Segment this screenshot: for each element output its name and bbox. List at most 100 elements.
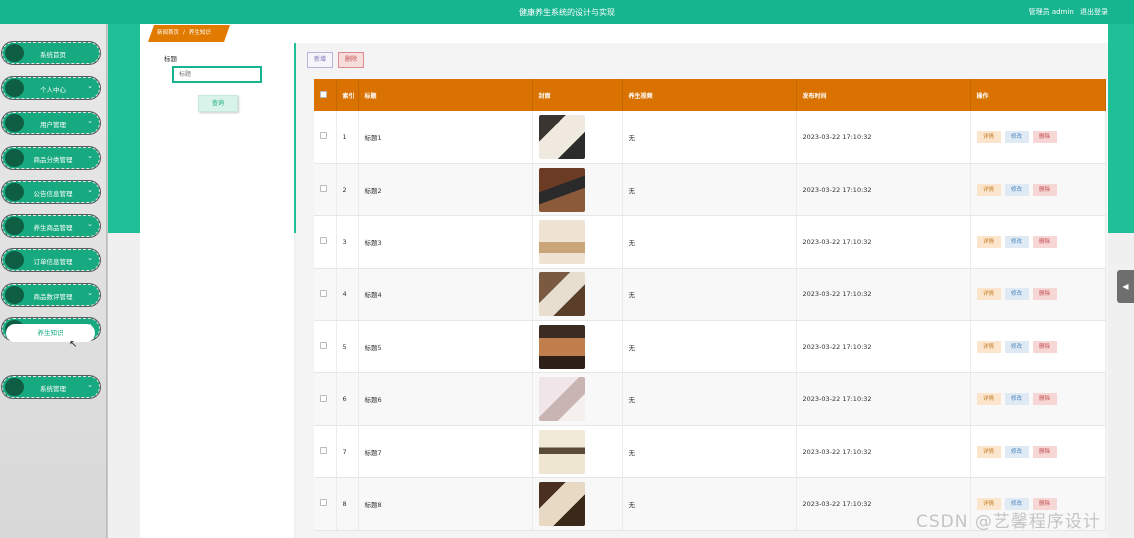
column-header: 养生视频: [622, 79, 797, 111]
row-select-cell[interactable]: [314, 268, 337, 322]
breadcrumb-bar: [140, 24, 1108, 43]
row-checkbox[interactable]: [320, 499, 327, 507]
row-select-cell[interactable]: [314, 425, 337, 479]
time-cell: 2023-03-22 17:10:32: [796, 425, 971, 479]
breadcrumb: 新闻首页 / 养生知识: [148, 25, 230, 42]
batch-delete-button[interactable]: 删除: [338, 52, 364, 68]
menu-dot-icon: [5, 114, 24, 132]
delete-button[interactable]: 删除: [1032, 130, 1057, 143]
sidebar-item[interactable]: 用户管理 ⌄: [2, 112, 100, 134]
sidebar-item[interactable]: 系统首页: [2, 42, 100, 64]
row-select-cell[interactable]: [314, 163, 337, 217]
menu-dot-icon: [5, 217, 24, 235]
menu-dot-icon: [5, 79, 24, 97]
row-select-cell[interactable]: [314, 320, 337, 374]
table-row: 3 标题3 无 2023-03-22 17:10:32 详情 修改 删除: [314, 215, 1106, 269]
actions-cell: 详情 修改 删除: [970, 372, 1106, 426]
sidebar-item[interactable]: 订单信息管理 ⌄: [2, 249, 100, 271]
menu-dot-icon: [5, 286, 24, 304]
sidebar: [0, 24, 108, 538]
delete-button[interactable]: 删除: [1032, 393, 1057, 406]
detail-button[interactable]: 详情: [976, 183, 1001, 196]
chevron-down-icon: ⌄: [87, 254, 93, 262]
detail-button[interactable]: 详情: [976, 340, 1001, 353]
detail-button[interactable]: 详情: [976, 288, 1001, 301]
edit-button[interactable]: 修改: [1004, 183, 1029, 196]
table-row: 6 标题6 无 2023-03-22 17:10:32 详情 修改 删除: [314, 372, 1106, 426]
cover-cell: [532, 111, 623, 164]
row-checkbox[interactable]: [320, 237, 327, 245]
time-cell: 2023-03-22 17:10:32: [796, 163, 971, 217]
delete-button[interactable]: 删除: [1032, 183, 1057, 196]
edit-button[interactable]: 修改: [1004, 340, 1029, 353]
sidebar-item-label: 个人中心: [40, 86, 66, 94]
delete-button[interactable]: 删除: [1032, 288, 1057, 301]
sidebar-item[interactable]: 公告信息管理 ⌄: [2, 181, 100, 203]
collapse-tab-icon[interactable]: ◀: [1117, 270, 1134, 303]
column-header: 操作: [970, 79, 1106, 111]
time-cell: 2023-03-22 17:10:32: [796, 372, 971, 426]
edit-button[interactable]: 修改: [1004, 288, 1029, 301]
query-button[interactable]: 查询: [198, 95, 238, 112]
detail-button[interactable]: 详情: [976, 445, 1001, 458]
search-panel: 标题 查询: [140, 43, 294, 538]
actions-cell: 详情 修改 删除: [970, 425, 1106, 479]
sidebar-subitem-health-knowledge[interactable]: 养生知识: [6, 324, 95, 342]
edit-button[interactable]: 修改: [1004, 130, 1029, 143]
sidebar-item[interactable]: 个人中心 ⌄: [2, 77, 100, 99]
sidebar-item[interactable]: 商品分类管理 ⌄: [2, 147, 100, 169]
sidebar-item[interactable]: 系统管理 ⌄: [2, 376, 100, 398]
row-select-cell[interactable]: [314, 372, 337, 426]
sidebar-item[interactable]: 养生商品管理 ⌄: [2, 215, 100, 237]
actions-cell: 详情 修改 删除: [970, 111, 1106, 164]
video-cell: 无: [622, 372, 797, 426]
row-checkbox[interactable]: [320, 289, 327, 297]
select-all-header[interactable]: [314, 79, 337, 111]
title-cell: 标题5: [358, 320, 533, 374]
sidebar-item[interactable]: 商品数评管理 ⌄: [2, 284, 100, 306]
detail-button[interactable]: 详情: [976, 130, 1001, 143]
sidebar-item-label: 系统管理: [40, 385, 66, 393]
title-search-input[interactable]: [172, 66, 262, 83]
row-checkbox[interactable]: [320, 447, 327, 455]
chevron-down-icon: ⌄: [87, 82, 93, 90]
row-select-cell[interactable]: [314, 215, 337, 269]
sidebar-item-label: 商品数评管理: [33, 293, 73, 301]
edit-button[interactable]: 修改: [1004, 235, 1029, 248]
menu-dot-icon: [5, 44, 24, 62]
row-select-cell[interactable]: [314, 111, 337, 164]
breadcrumb-home[interactable]: 新闻首页: [157, 30, 179, 36]
row-checkbox[interactable]: [320, 132, 327, 140]
user-area: 管理员 admin 退出登录: [1025, 7, 1108, 17]
title-cell: 标题7: [358, 425, 533, 479]
menu-dot-icon: [5, 149, 24, 167]
video-cell: 无: [622, 268, 797, 322]
cover-image: [538, 377, 585, 422]
delete-button[interactable]: 删除: [1032, 235, 1057, 248]
logout-link[interactable]: 退出登录: [1080, 8, 1108, 16]
row-checkbox[interactable]: [320, 342, 327, 350]
cover-cell: [532, 215, 623, 269]
edit-button[interactable]: 修改: [1004, 445, 1029, 458]
edit-button[interactable]: 修改: [1004, 393, 1029, 406]
cover-image: [538, 324, 585, 369]
select-all-checkbox[interactable]: [320, 90, 327, 98]
time-cell: 2023-03-22 17:10:32: [796, 111, 971, 164]
sidebar-item-label: 养生商品管理: [33, 224, 73, 232]
time-cell: 2023-03-22 17:10:32: [796, 215, 971, 269]
delete-button[interactable]: 删除: [1032, 340, 1057, 353]
table-row: 5 标题5 无 2023-03-22 17:10:32 详情 修改 删除: [314, 320, 1106, 374]
index-cell: 1: [336, 111, 359, 164]
cover-image: [538, 481, 585, 526]
watermark: CSDN @艺馨程序设计: [916, 512, 1101, 532]
add-button[interactable]: 新增: [307, 52, 333, 68]
row-checkbox[interactable]: [320, 185, 327, 193]
delete-button[interactable]: 删除: [1032, 445, 1057, 458]
mouse-cursor-icon: ↖: [69, 339, 78, 350]
video-cell: 无: [622, 320, 797, 374]
detail-button[interactable]: 详情: [976, 393, 1001, 406]
cover-image: [538, 429, 585, 474]
row-checkbox[interactable]: [320, 394, 327, 402]
row-select-cell[interactable]: [314, 477, 337, 531]
detail-button[interactable]: 详情: [976, 235, 1001, 248]
